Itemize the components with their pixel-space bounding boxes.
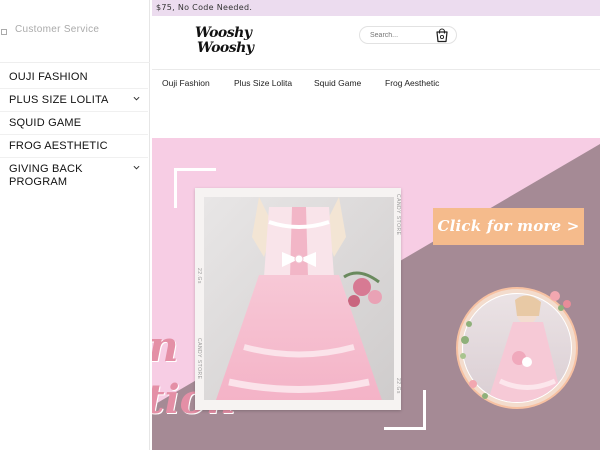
logo-line-2: Wooshy [197,40,254,56]
hero-text-line-1: n [152,326,179,368]
frame-caption-left-2: CANDY STORE [196,338,202,380]
drawer-item-label: GIVING BACK PROGRAM [9,163,83,188]
lolita-dress-photo [204,197,394,400]
chevron-down-icon[interactable] [133,95,140,102]
drawer-item-giving-back-program[interactable]: GIVING BACK PROGRAM [0,158,148,193]
page: $75, No Code Needed. Wooshy Wooshy Ouji … [0,0,600,450]
drawer-item-squid-game[interactable]: SQUID GAME [0,112,148,135]
header-divider [152,69,600,70]
search-bar [359,26,457,44]
hero-banner[interactable]: n tion [152,138,600,450]
drawer-item-label: OUJI FASHION [9,71,88,83]
customer-service-icon [1,29,7,35]
announcement-text: $75, No Code Needed. [156,3,253,12]
drawer-item-plus-size-lolita[interactable]: PLUS SIZE LOLITA [0,89,148,112]
nav-link-plus-size-lolita[interactable]: Plus Size Lolita [234,78,292,88]
drawer-item-label: SQUID GAME [9,117,82,129]
drawer-divider [0,62,150,63]
customer-service-label: Customer Service [15,24,100,35]
site-logo[interactable]: Wooshy Wooshy [195,26,255,62]
frame-caption-top: CANDY STORE [395,194,401,236]
drawer-item-frog-aesthetic[interactable]: FROG AESTHETIC [0,135,148,158]
drawer-item-ouji-fashion[interactable]: OUJI FASHION [0,66,148,89]
search-input[interactable] [370,30,428,41]
drawer-item-label: FROG AESTHETIC [9,140,108,152]
shopping-bag-icon[interactable] [435,28,449,43]
frame-caption-left: 22.Gs [196,268,202,284]
drawer-item-label: PLUS SIZE LOLITA [9,94,109,106]
drawer-menu: OUJI FASHION PLUS SIZE LOLITA SQUID GAME… [0,66,148,193]
cta-label: Click for more > [437,217,580,235]
customer-service-link[interactable]: Customer Service [0,18,150,46]
circular-photo [455,286,579,410]
announcement-bar: $75, No Code Needed. [152,0,600,16]
frame-caption-right: 22.Gs [395,378,401,394]
logo-line-1: Wooshy [195,25,252,41]
side-drawer: Customer Service OUJI FASHION PLUS SIZE … [0,0,150,450]
main-nav: Ouji Fashion Plus Size Lolita Squid Game… [152,78,600,92]
nav-link-frog-aesthetic[interactable]: Frog Aesthetic [385,78,439,88]
nav-link-squid-game[interactable]: Squid Game [314,78,361,88]
nav-link-ouji-fashion[interactable]: Ouji Fashion [162,78,210,88]
click-for-more-button[interactable]: Click for more > [433,208,584,245]
chevron-down-icon[interactable] [133,164,140,171]
photo-frame: CANDY STORE 22.Gs CANDY STORE 22.Gs [195,188,401,410]
